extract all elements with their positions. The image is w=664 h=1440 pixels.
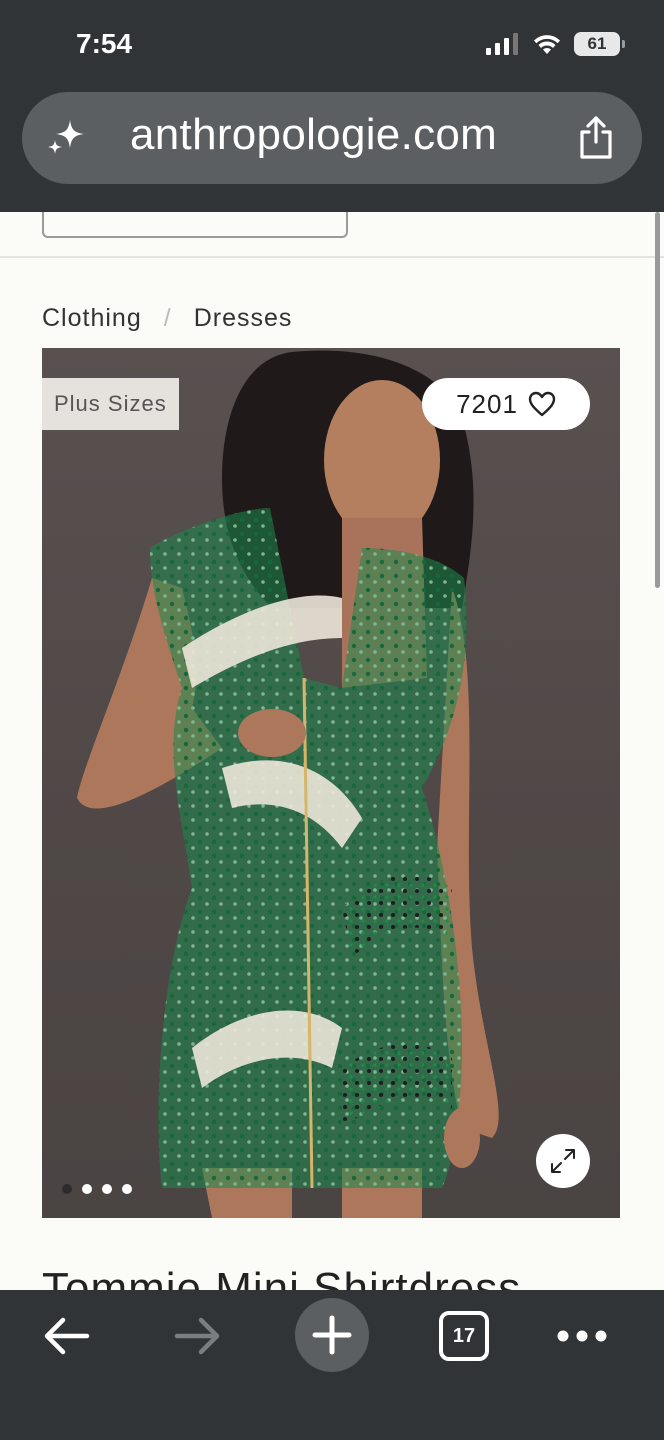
product-image[interactable]: Plus Sizes 7201 [42,348,620,1218]
carousel-dot[interactable] [102,1184,112,1194]
more-icon [557,1330,607,1342]
status-bar: 7:54 61 [0,0,664,90]
search-field-stub[interactable] [42,212,348,238]
carousel-dot[interactable] [82,1184,92,1194]
status-time: 7:54 [76,28,133,59]
product-title: Tommie Mini Shirtdress [42,1264,522,1290]
web-page: Clothing / Dresses Plus Sizes 7201 Tommi… [0,212,664,1290]
cellular-signal-icon [486,33,518,55]
battery-icon: 61 [574,32,625,56]
browser-toolbar: 17 [0,1290,664,1440]
image-carousel-dots[interactable] [62,1184,132,1194]
sparkle-icon[interactable] [44,116,88,160]
divider [0,256,664,258]
scrollbar[interactable] [655,212,660,588]
favorites-count: 7201 [456,388,518,419]
expand-icon [551,1149,575,1173]
breadcrumb-separator: / [163,304,172,332]
more-button[interactable] [550,1304,614,1368]
url-text[interactable]: anthropologie.com [130,110,497,160]
tabs-button[interactable]: 17 [432,1304,496,1368]
breadcrumb: Clothing / Dresses [42,304,292,333]
wifi-icon [534,35,560,54]
expand-image-button[interactable] [536,1134,590,1188]
browser-address-area: anthropologie.com [0,90,664,212]
model-photo [77,350,499,1218]
new-tab-button[interactable] [295,1298,369,1372]
new-tab-circle [295,1298,369,1372]
carousel-dot[interactable] [122,1184,132,1194]
favorite-button[interactable]: 7201 [422,378,590,430]
heart-icon [528,391,556,417]
plus-sizes-badge[interactable]: Plus Sizes [42,378,179,430]
new-tab-plus-icon [312,1315,352,1355]
back-arrow-icon [44,1317,90,1355]
breadcrumb-clothing[interactable]: Clothing [42,304,142,333]
status-icons: 61 [486,32,625,56]
tabs-icon: 17 [439,1311,489,1361]
forward-button[interactable] [166,1304,230,1368]
back-button[interactable] [34,1304,98,1368]
carousel-dot[interactable] [62,1184,72,1194]
address-bar[interactable]: anthropologie.com [22,92,642,184]
forward-arrow-icon [174,1317,220,1355]
breadcrumb-dresses[interactable]: Dresses [194,304,293,333]
share-icon[interactable] [576,116,616,160]
